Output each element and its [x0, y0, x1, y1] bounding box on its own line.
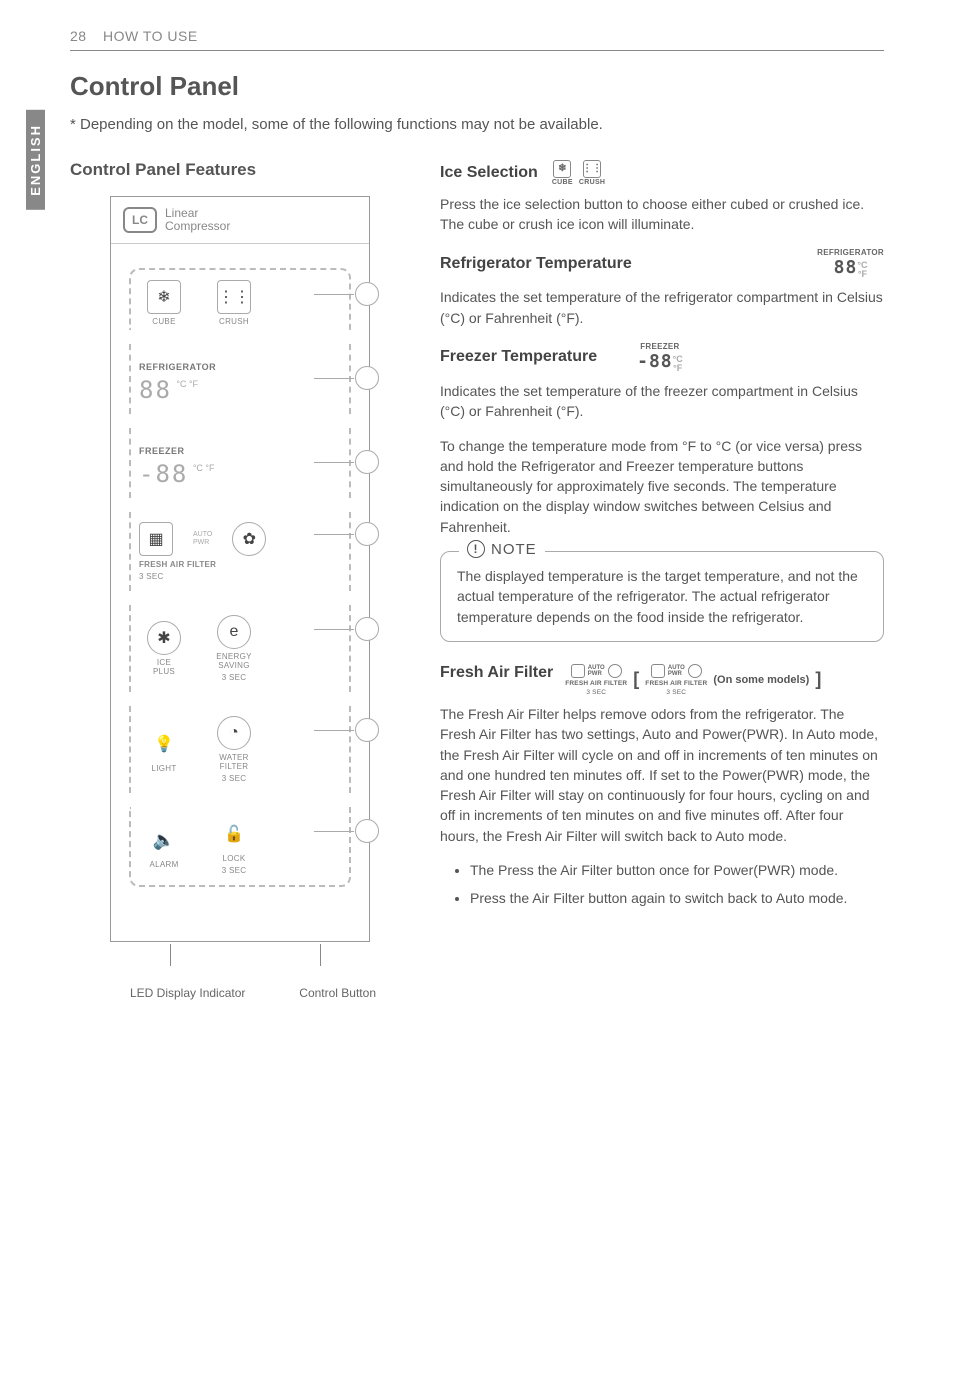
light-row: 💡 LIGHT ◔ WATER FILTER 3 SEC [129, 706, 351, 793]
freezer-row: FREEZER -88 °C °F [129, 428, 351, 498]
energy-saving-sub: 3 SEC [222, 673, 247, 682]
energy-saving-label: ENERGY SAVING [216, 652, 252, 670]
faf-heading: Fresh Air Filter AUTOPWR FRESH AIR FILTE… [440, 664, 884, 696]
crush-icon: ⋮⋮ [217, 280, 251, 314]
lock-icon: 🔓 [217, 817, 251, 851]
iceplus-icon: ✱ [147, 621, 181, 655]
faf-icons: AUTOPWR FRESH AIR FILTER 3 SEC [ AUTOPWR… [565, 664, 821, 696]
ice-selection-heading: Ice Selection ❄CUBE ⋮⋮CRUSH [440, 160, 884, 186]
faf-onsome: (On some models) [713, 674, 809, 686]
light-label: LIGHT [151, 764, 176, 773]
frz-temp-body1: Indicates the set temperature of the fre… [440, 381, 884, 422]
lock-label: LOCK [223, 854, 246, 863]
lc-text: Linear Compressor [165, 207, 230, 233]
freezer-label: FREEZER [139, 446, 341, 456]
freshair-row: ▦ AUTOPWR ✿ FRESH AIR FILTER 3 SEC [129, 512, 351, 591]
crush-mini-icon: ⋮⋮CRUSH [579, 160, 605, 186]
left-column: Control Panel Features LC Linear Compres… [70, 160, 410, 1000]
cube-icon: ❄ [147, 280, 181, 314]
frz-temp-title: Freezer Temperature [440, 348, 597, 366]
ref-units: °C °F [857, 261, 867, 279]
lc-badge: LC [123, 207, 157, 233]
ref-seg: 88 [834, 257, 858, 278]
control-panel-diagram: LC Linear Compressor ❄ CUBE [110, 196, 370, 942]
alarm-icon: 🔈 [147, 823, 181, 857]
ref-temp-title: Refrigerator Temperature [440, 255, 632, 273]
info-icon: ! [467, 540, 485, 558]
page-number: 28 [70, 28, 87, 44]
alarm-row: 🔈 ALARM 🔓 LOCK 3 SEC [129, 807, 351, 887]
callout-circle [355, 819, 379, 843]
section-name: HOW TO USE [103, 28, 198, 44]
faf-bullet-1: The Press the Air Filter button once for… [470, 860, 884, 880]
note-body: The displayed temperature is the target … [457, 566, 867, 627]
water-filter-label: WATER FILTER [219, 753, 249, 771]
control-button-label: Control Button [299, 986, 376, 1000]
note-title-text: NOTE [491, 541, 537, 558]
change-filter-icon: ✿ [232, 522, 266, 556]
led-display-label: LED Display Indicator [130, 986, 245, 1000]
faf-bullet-2: Press the Air Filter button again to swi… [470, 888, 884, 908]
callout-circle [355, 366, 379, 390]
frz-temp-body2: To change the temperature mode from °F t… [440, 436, 884, 537]
frz-seg: -88 [637, 351, 673, 372]
auto-pwr-text: AUTOPWR [193, 531, 212, 546]
faf-title: Fresh Air Filter [440, 664, 553, 682]
callout-circle [355, 282, 379, 306]
callout-circle [355, 450, 379, 474]
freezer-seg: -88 [139, 460, 188, 488]
filter-grid-icon: ▦ [139, 522, 173, 556]
iceplus-label: ICE PLUS [153, 658, 175, 676]
ref-tiny-label: REFRIGERATOR [817, 248, 884, 257]
lc-line1: Linear [165, 207, 230, 220]
ice-row: ❄ CUBE ⋮⋮ CRUSH [129, 268, 351, 330]
crush-label: CRUSH [219, 317, 249, 326]
right-column: Ice Selection ❄CUBE ⋮⋮CRUSH Press the ic… [440, 160, 884, 1000]
language-tab: ENGLISH [26, 110, 45, 210]
water-filter-icon: ◔ [217, 716, 251, 750]
cube-mini-icon: ❄CUBE [552, 160, 573, 186]
freshair-sub: 3 SEC [139, 572, 341, 581]
refrigerator-label: REFRIGERATOR [139, 362, 341, 372]
water-filter-sub: 3 SEC [222, 774, 247, 783]
callout-circle [355, 617, 379, 641]
freshair-label: FRESH AIR FILTER [139, 560, 341, 569]
refrigerator-row: REFRIGERATOR 88 °C °F [129, 344, 351, 414]
cube-label: CUBE [152, 317, 175, 326]
frz-temp-heading: Freezer Temperature FREEZER -88°C °F [440, 342, 884, 373]
ref-temp-heading: Refrigerator Temperature REFRIGERATOR 88… [440, 248, 884, 279]
iceplus-row: ✱ ICE PLUS e ENERGY SAVING 3 SEC [129, 605, 351, 692]
ref-temp-body: Indicates the set temperature of the ref… [440, 287, 884, 328]
ice-selection-title: Ice Selection [440, 164, 538, 182]
alarm-label: ALARM [149, 860, 178, 869]
callout-circle [355, 522, 379, 546]
lock-sub: 3 SEC [222, 866, 247, 875]
page-title: Control Panel [70, 71, 884, 102]
model-note: * Depending on the model, some of the fo… [70, 114, 884, 136]
diagram-footer: LED Display Indicator Control Button [110, 986, 370, 1000]
freezer-units: °C °F [193, 464, 215, 473]
frz-units: °C °F [673, 355, 683, 373]
faf-body: The Fresh Air Filter helps remove odors … [440, 704, 884, 846]
refrigerator-seg: 88 [139, 376, 172, 404]
callout-circle [355, 718, 379, 742]
diagram-header: LC Linear Compressor [111, 197, 369, 244]
note-title: ! NOTE [459, 540, 545, 558]
page-header: 28 HOW TO USE [70, 28, 884, 51]
ice-selection-body: Press the ice selection button to choose… [440, 194, 884, 235]
frz-tiny-label: FREEZER [637, 342, 683, 351]
features-heading: Control Panel Features [70, 160, 410, 180]
lc-line2: Compressor [165, 220, 230, 233]
faf-bullets: The Press the Air Filter button once for… [440, 860, 884, 909]
note-box: ! NOTE The displayed temperature is the … [440, 551, 884, 642]
light-icon: 💡 [147, 727, 181, 761]
refrigerator-units: °C °F [176, 380, 198, 389]
energy-saving-icon: e [217, 615, 251, 649]
